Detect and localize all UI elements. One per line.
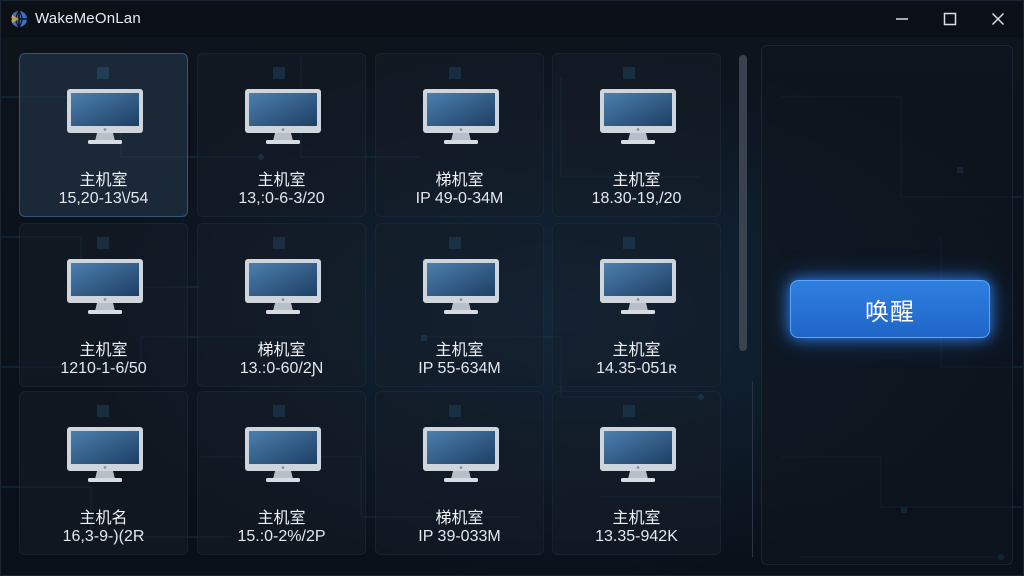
monitor-icon: [423, 427, 499, 482]
device-name: 梯机室: [257, 340, 306, 359]
close-button[interactable]: [975, 1, 1021, 37]
device-address: IP 55-634M: [418, 360, 501, 377]
device-grid: 主机室 15,20-13\/54 主机室 13,:0-6-3/20 梯机室 IP…: [15, 49, 729, 561]
device-address: 13.35-942K: [595, 528, 678, 545]
maximize-button[interactable]: [927, 1, 973, 37]
device-address: 13.:0-60/2Ɲ: [239, 360, 324, 377]
device-address: 15.:0-2%/2P: [237, 528, 326, 545]
divider: [752, 381, 753, 557]
device-name: 梯机室: [435, 170, 484, 189]
device-name: 主机名: [79, 508, 128, 527]
device-name: 梯机室: [435, 508, 484, 527]
device-name: 主机室: [612, 170, 661, 189]
device-name: 主机室: [612, 508, 661, 527]
device-name: 主机室: [79, 170, 128, 189]
device-tile[interactable]: 主机室 18.30-19,/20: [552, 53, 721, 217]
title-bar: WakeMeOnLan: [1, 1, 1023, 37]
device-name: 主机室: [612, 340, 661, 359]
monitor-icon: [245, 89, 321, 144]
minimize-button[interactable]: [879, 1, 925, 37]
device-tile[interactable]: 主机室 14.35-051ʀ: [552, 223, 721, 387]
device-tile[interactable]: 梯机室 IP 49-0-34M: [375, 53, 544, 217]
device-address: 18.30-19,/20: [591, 190, 682, 207]
monitor-icon: [67, 427, 143, 482]
monitor-icon: [423, 89, 499, 144]
monitor-icon: [600, 89, 676, 144]
monitor-icon: [67, 259, 143, 314]
monitor-icon: [245, 259, 321, 314]
device-name: 主机室: [257, 508, 306, 527]
device-tile[interactable]: 主机室 15.:0-2%/2P: [197, 391, 366, 555]
device-tile[interactable]: 主机室 15,20-13\/54: [19, 53, 188, 217]
device-address: IP 49-0-34M: [415, 190, 504, 207]
maximize-icon: [943, 12, 957, 26]
minimize-icon: [896, 18, 908, 20]
device-tile[interactable]: 梯机室 IP 39-033M: [375, 391, 544, 555]
device-tile[interactable]: 主机室 13.35-942K: [552, 391, 721, 555]
close-icon: [991, 12, 1005, 26]
device-tile[interactable]: 主机室 IP 55-634M: [375, 223, 544, 387]
device-address: IP 39-033M: [418, 528, 501, 545]
scrollbar[interactable]: [737, 53, 749, 561]
device-address: 15,20-13\/54: [58, 190, 149, 207]
device-address: 13,:0-6-3/20: [238, 190, 325, 207]
window-title: WakeMeOnLan: [35, 10, 141, 27]
scrollbar-thumb[interactable]: [739, 55, 747, 351]
device-name: 主机室: [435, 340, 484, 359]
monitor-icon: [600, 259, 676, 314]
device-tile[interactable]: 梯机室 13.:0-60/2Ɲ: [197, 223, 366, 387]
device-name: 主机室: [79, 340, 128, 359]
device-address: 1210-1-6/50: [60, 360, 147, 377]
globe-icon: [11, 10, 27, 28]
device-tile[interactable]: 主机室 1210-1-6/50: [19, 223, 188, 387]
device-address: 14.35-051ʀ: [596, 360, 677, 377]
monitor-icon: [67, 89, 143, 144]
device-tile[interactable]: 主机名 16,3-9-)(2R: [19, 391, 188, 555]
wake-button[interactable]: 唤醒: [790, 280, 990, 338]
device-name: 主机室: [257, 170, 306, 189]
monitor-icon: [600, 427, 676, 482]
monitor-icon: [245, 427, 321, 482]
device-address: 16,3-9-)(2R: [62, 528, 145, 545]
monitor-icon: [423, 259, 499, 314]
device-tile[interactable]: 主机室 13,:0-6-3/20: [197, 53, 366, 217]
app-window: WakeMeOnLan 主机室 15,20-13\/54 主机室 13,:0-6…: [0, 0, 1024, 576]
